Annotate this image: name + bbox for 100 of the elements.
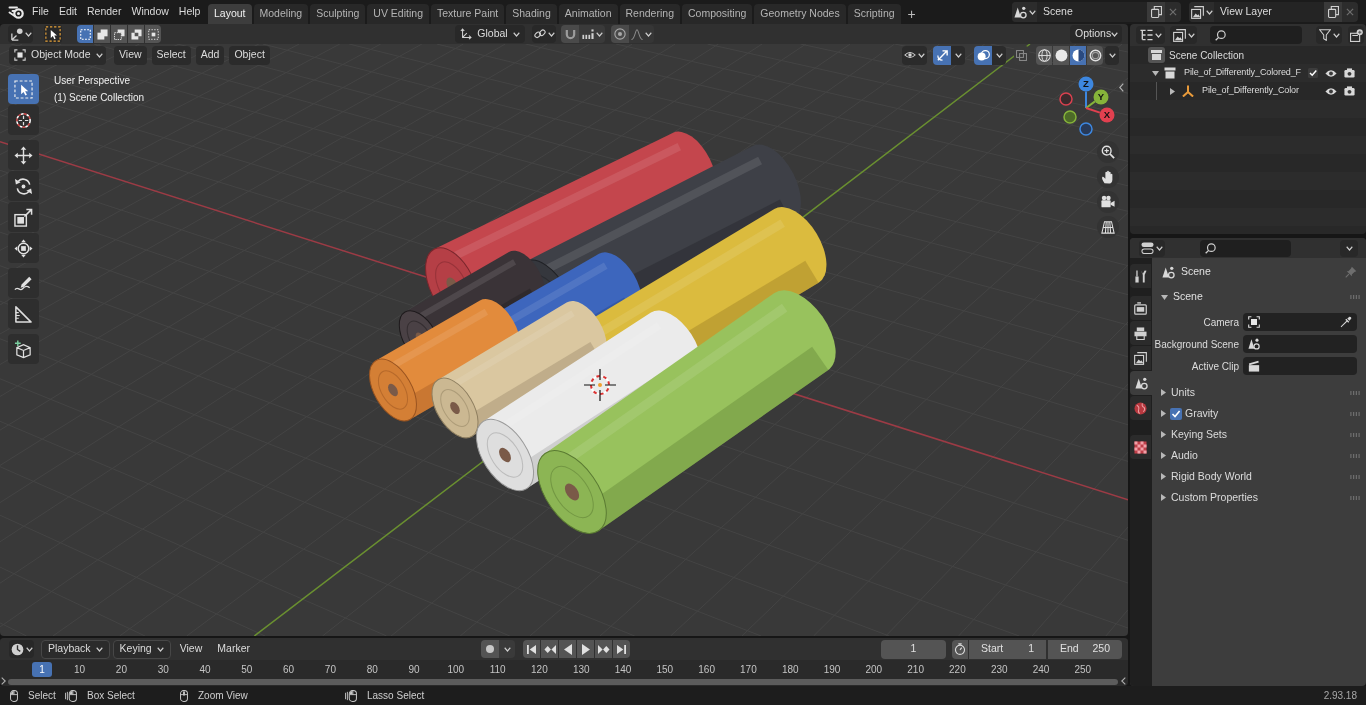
camera-icon[interactable] (1344, 86, 1355, 96)
menu-item[interactable]: Render (82, 2, 127, 22)
view-layer-field[interactable]: View Layer (1214, 2, 1324, 22)
subpanel-header[interactable]: Keying Sets (1152, 424, 1366, 445)
triangle-right-icon[interactable] (1170, 87, 1175, 95)
properties-tab[interactable] (1130, 321, 1151, 345)
editor-type-button[interactable] (1139, 239, 1165, 257)
menu-item[interactable]: Select (151, 45, 191, 65)
menu-item[interactable]: Help (173, 2, 206, 22)
search-field[interactable] (1210, 26, 1302, 44)
add-workspace-button[interactable]: + (903, 5, 920, 23)
properties-tab[interactable] (1130, 346, 1151, 370)
options-dropdown[interactable] (1340, 239, 1358, 257)
drag-handle-icon[interactable] (1350, 432, 1360, 437)
triangle-down-icon[interactable] (1152, 70, 1159, 76)
drag-handle-icon[interactable] (1350, 411, 1360, 416)
menu-item[interactable]: File (27, 2, 54, 22)
sidebar-toggle-button[interactable] (1118, 81, 1125, 93)
options-dropdown[interactable]: Options (1070, 25, 1122, 43)
proportional-editing-button[interactable] (611, 25, 629, 43)
negative-y-axis-handle[interactable] (1063, 110, 1077, 124)
overlay-toggle[interactable] (974, 45, 992, 65)
outliner-item-label[interactable]: Scene Collection (1169, 47, 1245, 63)
auto-keying-button[interactable] (481, 640, 499, 658)
tool-button[interactable] (8, 171, 39, 201)
shading-dropdown[interactable] (1105, 45, 1119, 65)
overlay-dropdown[interactable] (992, 45, 1006, 65)
filter-dropdown[interactable] (1316, 26, 1342, 44)
falloff-dropdown[interactable] (629, 25, 654, 43)
checkbox-icon[interactable] (1170, 407, 1182, 420)
tool-button[interactable] (8, 233, 39, 263)
outliner-item-label[interactable]: Pile_of_Differently_Colored_F (1184, 66, 1301, 80)
workspace-tab[interactable]: Scripting (847, 4, 901, 24)
camera-view-button[interactable] (1097, 191, 1119, 213)
workspace-tab[interactable]: Compositing (681, 4, 753, 24)
triangle-right-icon[interactable] (1161, 389, 1166, 396)
workspace-tab[interactable]: Animation (558, 4, 618, 24)
menu-item[interactable]: View (114, 45, 147, 65)
object-visibility-dropdown[interactable] (902, 45, 927, 65)
outliner-item-label[interactable]: Pile_of_Differently_Color (1202, 84, 1299, 98)
pivot-point-dropdown[interactable] (532, 25, 556, 43)
snap-toggle-button[interactable] (561, 25, 579, 43)
menu-item[interactable]: Marker (211, 639, 256, 659)
keying-dropdown[interactable] (499, 640, 515, 658)
selection-mode-button[interactable] (128, 25, 144, 43)
gizmo-dropdown[interactable] (951, 45, 965, 65)
triangle-right-icon[interactable] (1161, 431, 1166, 438)
gizmo-toggle[interactable] (933, 45, 951, 65)
checkbox-icon[interactable] (1308, 68, 1318, 78)
display-mode-dropdown[interactable] (1170, 26, 1197, 44)
workspace-tab[interactable]: Rendering (619, 4, 680, 24)
selection-mode-button[interactable] (94, 25, 110, 43)
menu-item[interactable]: Object (229, 45, 270, 65)
eyedropper-icon[interactable] (1340, 316, 1352, 328)
triangle-right-icon[interactable] (1161, 452, 1166, 459)
panel-header[interactable]: Scene (1152, 286, 1366, 308)
eye-icon[interactable] (1325, 86, 1337, 96)
transform-orientation-dropdown[interactable]: Global (455, 25, 525, 43)
copy-button[interactable] (1147, 2, 1165, 22)
menu-item[interactable]: Window (126, 2, 174, 22)
workspace-tab[interactable]: Layout (208, 4, 252, 24)
subpanel-header[interactable]: Audio (1152, 445, 1366, 466)
scene-picker-field[interactable] (1243, 335, 1357, 353)
previous-keyframe-button[interactable] (541, 640, 558, 658)
drag-handle-icon[interactable] (1350, 474, 1360, 479)
z-axis-handle[interactable]: Z (1078, 76, 1094, 109)
shading-mode-button[interactable] (1036, 45, 1052, 65)
object-picker-field[interactable] (1243, 313, 1357, 331)
subpanel-header[interactable]: Gravity (1152, 403, 1366, 424)
menu-item[interactable]: View (173, 639, 209, 659)
triangle-right-icon[interactable] (1161, 473, 1166, 480)
tool-button[interactable] (8, 74, 39, 104)
pan-view-button[interactable] (1097, 166, 1119, 188)
logo-icon[interactable] (8, 5, 25, 19)
clip-picker-field[interactable] (1243, 357, 1357, 375)
mode-dropdown[interactable]: Object Mode (9, 45, 106, 65)
next-keyframe-button[interactable] (595, 640, 612, 658)
negative-z-axis-handle[interactable] (1079, 122, 1093, 136)
snap-target-dropdown[interactable] (579, 25, 605, 43)
selection-mode-button[interactable] (111, 25, 127, 43)
copy-button[interactable] (1324, 2, 1342, 22)
new-collection-button[interactable] (1348, 26, 1364, 44)
drag-handle-icon[interactable] (1350, 295, 1360, 299)
menu-dropdown[interactable]: Keying (112, 639, 171, 659)
menu-dropdown[interactable]: Playback (41, 639, 110, 659)
properties-tab[interactable] (1130, 296, 1151, 320)
editor-type-button[interactable] (8, 25, 33, 43)
eye-icon[interactable] (1325, 68, 1337, 78)
horizontal-scrollbar[interactable] (8, 679, 1118, 685)
editor-type-button[interactable] (1136, 26, 1165, 44)
perspective-toggle-button[interactable] (1097, 216, 1119, 238)
editor-type-button[interactable] (9, 640, 34, 658)
camera-icon[interactable] (1344, 68, 1355, 78)
tool-button[interactable] (8, 140, 39, 170)
menu-item[interactable]: Edit (53, 2, 82, 22)
workspace-tab[interactable]: UV Editing (367, 4, 429, 24)
subpanel-header[interactable]: Units (1152, 382, 1366, 403)
expand-channels-button[interactable] (1, 677, 6, 685)
tool-button[interactable] (8, 268, 39, 298)
subpanel-header[interactable]: Rigid Body World (1152, 466, 1366, 487)
